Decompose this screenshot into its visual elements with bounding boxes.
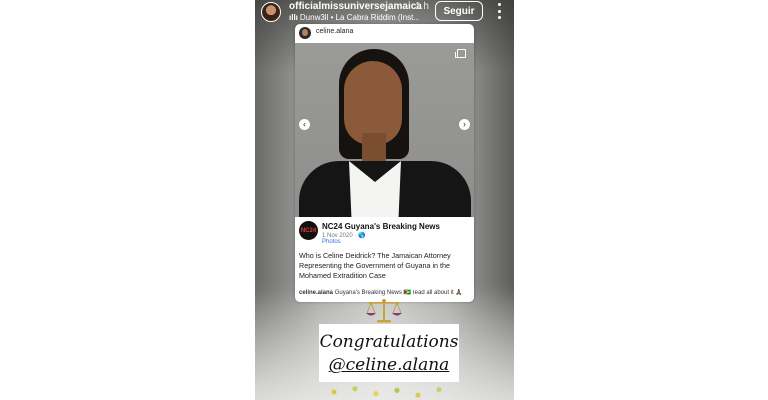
carousel-icon	[455, 49, 466, 58]
chevron-right-icon[interactable]: ›	[459, 119, 470, 130]
post-text: Who is Celine Deidrick? The Jamaican Att…	[299, 251, 451, 280]
embedded-post-header: celine.alana	[295, 24, 474, 43]
post-caption: celine.alana Guyana's Breaking News 🇬🇾 r…	[299, 289, 471, 296]
congrats-line: Congratulations	[319, 332, 459, 352]
chevron-left-icon[interactable]: ‹	[299, 119, 310, 130]
caption-username[interactable]: celine.alana	[299, 290, 333, 296]
scales-of-justice-icon	[366, 299, 402, 323]
music-text: Dunw3ll • La Cabra Riddim (Inst...	[299, 13, 419, 22]
page-name[interactable]: NC24 Guyana's Breaking News	[322, 222, 440, 231]
caption-text: Guyana's Breaking News 🇬🇾 read all about…	[334, 290, 463, 296]
photos-link[interactable]: Photos	[322, 239, 341, 245]
music-label[interactable]: ıllı Dunw3ll • La Cabra Riddim (Inst...	[289, 13, 419, 22]
story-time: 1 h	[415, 1, 429, 12]
story-avatar[interactable]	[261, 2, 281, 22]
post-date: 1 Nov 2020 · 🌎	[322, 233, 366, 239]
page-logo: NC24	[299, 221, 318, 240]
embedded-post-username[interactable]: celine.alana	[316, 28, 353, 35]
embedded-post-card[interactable]: celine.alana ‹ › NC24 NC24 Guyana's Brea…	[295, 24, 474, 302]
congratulations-sticker: Congratulations @celine.alana	[319, 324, 459, 382]
follow-button[interactable]: Seguir	[435, 1, 483, 21]
embedded-post-avatar[interactable]	[299, 27, 311, 39]
more-options-icon[interactable]	[495, 3, 503, 19]
music-bars-icon: ıllı	[289, 13, 298, 22]
confetti-decoration	[320, 384, 460, 400]
mention-line[interactable]: @celine.alana	[319, 355, 459, 375]
story-username[interactable]: officialmissuniversejamaica	[289, 1, 422, 12]
post-photo: ‹ ›	[295, 43, 474, 217]
